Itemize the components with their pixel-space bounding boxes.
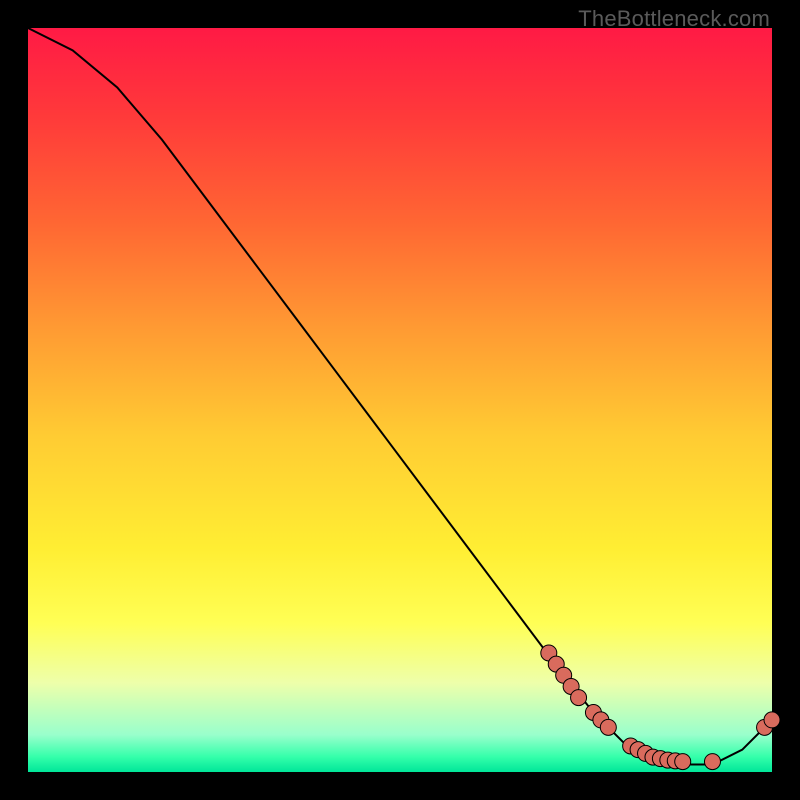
- chart-container: TheBottleneck.com: [0, 0, 800, 800]
- data-marker: [600, 719, 616, 735]
- chart-svg: [28, 28, 772, 772]
- data-marker: [571, 690, 587, 706]
- data-marker: [764, 712, 780, 728]
- data-marker: [704, 754, 720, 770]
- bottleneck-curve-line: [28, 28, 772, 765]
- plot-area: [28, 28, 772, 772]
- markers-group: [541, 645, 780, 770]
- data-marker: [675, 754, 691, 770]
